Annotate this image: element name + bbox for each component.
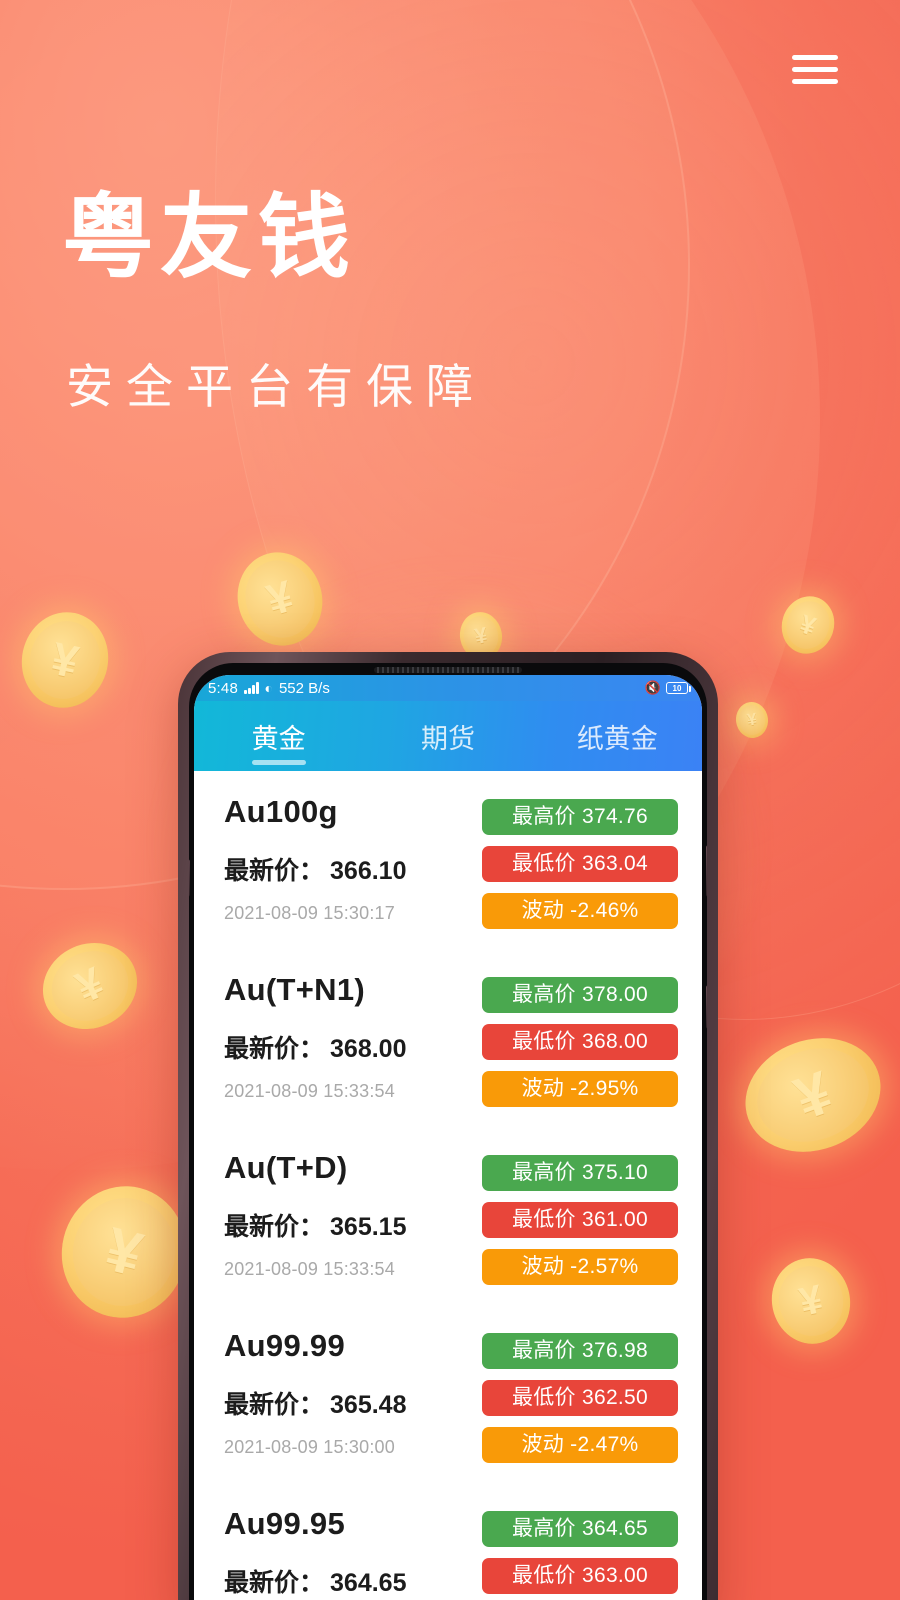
status-badge-change: 波动 -2.57%	[482, 1249, 678, 1285]
battery-icon: 10	[666, 682, 691, 694]
phone-screen: 5:48 ◐ 552 B/s 🔇 10 黄金 期货 纸黄金 Au100g 最新价…	[194, 675, 702, 1600]
hamburger-menu-icon[interactable]	[792, 46, 838, 92]
latest-price: 最新价： 366.10	[224, 851, 482, 887]
coin-yen-symbol: ¥	[261, 571, 299, 626]
status-badge-high: 最高价 375.10	[482, 1155, 678, 1191]
quote-list[interactable]: Au100g 最新价： 366.10 2021-08-09 15:30:17 最高…	[194, 771, 702, 1600]
instrument-symbol: Au99.95	[224, 1506, 345, 1541]
latest-price-label: 最新价：	[224, 1569, 325, 1598]
coin-yen-symbol: ¥	[98, 1214, 150, 1290]
latest-price-label: 最新价：	[224, 1035, 325, 1064]
earpiece-speaker-icon	[374, 666, 522, 673]
quote-timestamp: 2021-08-09 15:33:54	[224, 1081, 395, 1102]
row-badges: 最高价 376.98 最低价 362.50 波动 -2.47%	[482, 1327, 678, 1463]
status-badge-change: 波动 -2.47%	[482, 1427, 678, 1463]
network-speed: 552 B/s	[278, 679, 330, 697]
table-row[interactable]: Au99.99 最新价： 365.48 2021-08-09 15:30:00 最…	[194, 1305, 702, 1483]
coin-yen-symbol: ¥	[68, 958, 111, 1013]
status-badge-low: 最低价 363.00	[482, 1558, 678, 1594]
latest-price-label: 最新价：	[224, 1391, 325, 1420]
row-badges: 最高价 375.10 最低价 361.00 波动 -2.57%	[482, 1149, 678, 1285]
volume-button[interactable]	[706, 845, 707, 897]
power-button[interactable]	[706, 985, 707, 1029]
row-info: Au100g 最新价： 366.10 2021-08-09 15:30:17	[224, 793, 482, 924]
latest-price: 最新价： 364.65	[224, 1563, 482, 1599]
coin-yen-symbol: ¥	[472, 622, 490, 649]
instrument-symbol: Au100g	[224, 794, 338, 829]
table-row[interactable]: Au99.95 最新价：364.65 2021-08-09 15:29:44 最…	[194, 1483, 702, 1600]
phone-bezel: 5:48 ◐ 552 B/s 🔇 10 黄金 期货 纸黄金 Au100g 最新价…	[189, 663, 707, 1600]
status-badge-high: 最高价 378.00	[482, 977, 678, 1013]
latest-price: 最新价： 365.48	[224, 1385, 482, 1421]
wifi-icon: ◐	[264, 680, 273, 696]
row-badges: 最高价 374.76 最低价 363.04 波动 -2.46%	[482, 793, 678, 929]
instrument-symbol: Au99.99	[224, 1328, 345, 1363]
latest-price-value: 364.65	[330, 1569, 407, 1598]
hamburger-bar	[792, 78, 838, 84]
status-badge-high: 最高价 364.65	[482, 1511, 678, 1547]
status-badge-low: 最低价 361.00	[482, 1202, 678, 1238]
status-badge-low: 最低价 362.50	[482, 1380, 678, 1416]
tab-futures[interactable]: 期货	[363, 701, 532, 771]
coin-yen-symbol: ¥	[745, 709, 758, 730]
row-info: Au99.99 最新价： 365.48 2021-08-09 15:30:00	[224, 1327, 482, 1458]
table-row[interactable]: Au100g 最新价： 366.10 2021-08-09 15:30:17 最高…	[194, 771, 702, 949]
page-subtitle: 安全平台有保障	[66, 360, 486, 413]
coin-yen-symbol: ¥	[796, 608, 820, 642]
table-row[interactable]: Au(T+N1) 最新价： 368.00 2021-08-09 15:33:54 …	[194, 949, 702, 1127]
coin-yen-symbol: ¥	[785, 1057, 841, 1133]
coin-yen-symbol: ¥	[47, 631, 83, 689]
tab-paper-gold[interactable]: 纸黄金	[533, 701, 702, 771]
quote-timestamp: 2021-08-09 15:30:00	[224, 1437, 395, 1458]
row-badges: 最高价 378.00 最低价 368.00 波动 -2.95%	[482, 971, 678, 1107]
latest-price-value: 365.15	[330, 1213, 407, 1242]
phone-mockup: 5:48 ◐ 552 B/s 🔇 10 黄金 期货 纸黄金 Au100g 最新价…	[178, 652, 718, 1600]
latest-price: 最新价： 368.00	[224, 1029, 482, 1065]
page-title: 粤友钱	[62, 187, 357, 289]
battery-level: 10	[672, 683, 682, 693]
status-badge-high: 最高价 374.76	[482, 799, 678, 835]
status-badge-change: 波动 -2.46%	[482, 893, 678, 929]
table-row[interactable]: Au(T+D) 最新价： 365.15 2021-08-09 15:33:54 最…	[194, 1127, 702, 1305]
status-bar: 5:48 ◐ 552 B/s 🔇 10	[194, 675, 702, 701]
latest-price-value: 366.10	[330, 857, 407, 886]
quote-timestamp: 2021-08-09 15:30:17	[224, 903, 395, 924]
latest-price: 最新价： 365.15	[224, 1207, 482, 1243]
row-info: Au(T+N1) 最新价： 368.00 2021-08-09 15:33:54	[224, 971, 482, 1102]
instrument-symbol: Au(T+D)	[224, 1150, 348, 1185]
status-badge-low: 最低价 368.00	[482, 1024, 678, 1060]
row-info: Au99.95 最新价：364.65 2021-08-09 15:29:44	[224, 1505, 482, 1600]
tab-gold[interactable]: 黄金	[194, 701, 363, 771]
status-badge-high: 最高价 376.98	[482, 1333, 678, 1369]
status-badge-low: 最低价 363.04	[482, 846, 678, 882]
vibrate-icon: 🔇	[644, 680, 661, 695]
left-side-button[interactable]	[189, 859, 190, 897]
latest-price-value: 368.00	[330, 1035, 407, 1064]
quote-timestamp: 2021-08-09 15:33:54	[224, 1259, 395, 1280]
row-info: Au(T+D) 最新价： 365.15 2021-08-09 15:33:54	[224, 1149, 482, 1280]
status-right-group: 🔇 10	[644, 680, 691, 696]
promo-page: 粤友钱 安全平台有保障 ¥ ¥ ¥ ¥ ¥ ¥ ¥ ¥ ¥ 5:48 ◐ 552…	[0, 0, 900, 1600]
hamburger-bar	[792, 66, 838, 72]
status-badge-change: 波动 -2.95%	[482, 1071, 678, 1107]
row-badges: 最高价 364.65 最低价 363.00 波动 -2.69%	[482, 1505, 678, 1600]
tab-bar: 黄金 期货 纸黄金	[194, 701, 702, 771]
latest-price-label: 最新价：	[224, 857, 325, 886]
status-time: 5:48	[208, 679, 238, 697]
latest-price-value: 365.48	[330, 1391, 407, 1420]
instrument-symbol: Au(T+N1)	[224, 972, 366, 1007]
coin-yen-symbol: ¥	[795, 1276, 827, 1325]
signal-bars-icon	[244, 682, 259, 694]
hamburger-bar	[792, 54, 838, 60]
latest-price-label: 最新价：	[224, 1213, 325, 1242]
